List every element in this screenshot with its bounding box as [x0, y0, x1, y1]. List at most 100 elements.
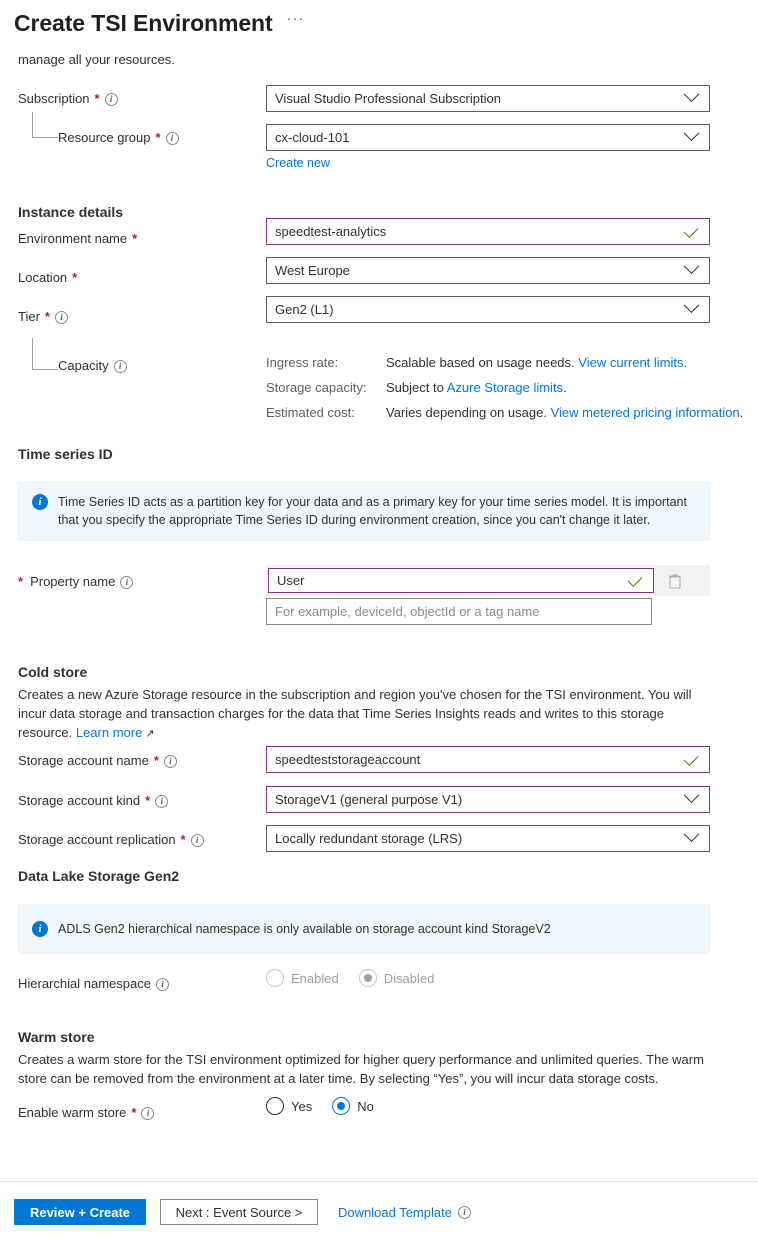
enable-warm-store-label-text: Enable warm store: [18, 1105, 127, 1120]
azure-storage-limits-link[interactable]: Azure Storage limits: [447, 380, 563, 395]
radio-option-disabled: Disabled: [358, 969, 434, 987]
footer-divider: [0, 1181, 758, 1182]
footer-actions: Review + Create Next : Event Source > Do…: [14, 1199, 471, 1225]
storage-account-kind-dropdown[interactable]: StorageV1 (general purpose V1): [266, 786, 710, 813]
info-icon[interactable]: i: [113, 359, 127, 373]
info-icon[interactable]: i: [190, 833, 204, 847]
field-row-storage-account-kind: Storage account kind * i: [0, 792, 248, 810]
storage-account-replication-label: Storage account replication * i: [0, 831, 248, 849]
radio-label-yes: Yes: [291, 1098, 313, 1114]
external-link-icon: ↗: [142, 728, 155, 740]
capacity-suffix: .: [563, 380, 567, 395]
property-name-input-empty[interactable]: For example, deviceId, objectId or a tag…: [266, 598, 652, 625]
info-icon[interactable]: i: [155, 977, 169, 991]
storage-account-name-input[interactable]: speedteststorageaccount: [266, 746, 710, 773]
capacity-suffix: .: [683, 355, 688, 370]
radio-circle-selected-icon: [358, 969, 377, 987]
storage-account-replication-dropdown[interactable]: Locally redundant storage (LRS): [266, 825, 710, 852]
capacity-label: Capacity i: [0, 357, 248, 375]
info-icon[interactable]: i: [54, 310, 68, 324]
storage-account-replication-value: Locally redundant storage (LRS): [275, 831, 463, 846]
storage-account-name-label: Storage account name * i: [0, 752, 248, 770]
review-create-button[interactable]: Review + Create: [14, 1199, 146, 1225]
capacity-row: Estimated cost: Varies depending on usag…: [266, 400, 743, 425]
page-header: Create TSI Environment ···: [14, 8, 305, 38]
info-icon[interactable]: i: [457, 1205, 471, 1219]
warm-store-description: Creates a warm store for the TSI environ…: [18, 1052, 704, 1086]
capacity-value: Scalable based on usage needs. View curr…: [386, 350, 687, 375]
adls-banner-text: ADLS Gen2 hierarchical namespace is only…: [58, 922, 551, 936]
capacity-value: Varies depending on usage. View metered …: [386, 400, 743, 425]
property-name-placeholder: For example, deviceId, objectId or a tag…: [275, 604, 540, 619]
radio-option-no[interactable]: No: [332, 1097, 374, 1115]
property-name-value: User: [277, 573, 305, 588]
field-row-tier: Tier * i: [0, 308, 248, 326]
storage-account-kind-field: StorageV1 (general purpose V1): [266, 786, 710, 813]
info-icon[interactable]: i: [141, 1106, 155, 1120]
time-series-id-heading: Time series ID: [18, 446, 113, 462]
subscription-label-text: Subscription: [18, 91, 90, 106]
info-icon: i: [32, 494, 48, 510]
radio-circle-selected-icon: [332, 1097, 351, 1115]
info-icon[interactable]: i: [120, 575, 134, 589]
required-asterisk: *: [44, 309, 50, 324]
cold-store-heading: Cold store: [18, 664, 88, 680]
storage-account-replication-field: Locally redundant storage (LRS): [266, 825, 710, 852]
adls-info-banner: i ADLS Gen2 hierarchical namespace is on…: [18, 904, 710, 954]
capacity-key: Ingress rate:: [266, 355, 339, 370]
property-name-input[interactable]: User: [268, 568, 654, 593]
field-row-property-name: * Property name i: [0, 573, 248, 591]
next-event-source-button[interactable]: Next : Event Source >: [160, 1199, 318, 1225]
cold-store-learn-more-link[interactable]: Learn more: [76, 725, 142, 740]
field-row-storage-account-name: Storage account name * i: [0, 752, 248, 770]
subscription-label: Subscription * i: [0, 90, 248, 108]
capacity-label-text: Capacity: [58, 358, 109, 373]
required-asterisk: *: [72, 270, 78, 285]
subscription-dropdown[interactable]: Visual Studio Professional Subscription: [266, 85, 710, 112]
view-current-limits-link[interactable]: View current limits: [578, 355, 683, 370]
page-title: Create TSI Environment: [14, 10, 273, 36]
radio-label-no: No: [357, 1098, 374, 1114]
chevron-down-icon: [683, 787, 700, 804]
instance-details-heading: Instance details: [18, 204, 124, 220]
capacity-value: Subject to Azure Storage limits.: [386, 375, 567, 400]
time-series-id-info-banner: i Time Series ID acts as a partition key…: [18, 481, 710, 541]
enable-warm-store-label: Enable warm store * i: [0, 1104, 248, 1122]
more-options-icon[interactable]: ···: [287, 11, 305, 32]
chevron-down-icon: [683, 297, 700, 314]
enable-warm-store-radio-group: Yes No: [266, 1097, 388, 1115]
delete-property-button[interactable]: [660, 567, 690, 594]
time-series-id-banner-text: Time Series ID acts as a partition key f…: [58, 495, 687, 527]
capacity-key: Estimated cost:: [266, 405, 355, 420]
info-icon[interactable]: i: [165, 131, 179, 145]
create-new-resource-group-link[interactable]: Create new: [266, 156, 330, 170]
field-row-location: Location *: [0, 269, 248, 287]
location-label: Location *: [0, 269, 248, 287]
resource-group-dropdown[interactable]: cx-cloud-101: [266, 124, 710, 151]
field-row-hierarchial-namespace: Hierarchial namespace i: [0, 975, 248, 993]
info-icon: i: [32, 921, 48, 937]
view-metered-pricing-link[interactable]: View metered pricing information: [551, 405, 740, 420]
tier-dropdown[interactable]: Gen2 (L1): [266, 296, 710, 323]
hierarchial-namespace-radio-group: Enabled Disabled: [266, 969, 448, 987]
storage-account-name-value: speedteststorageaccount: [275, 752, 421, 767]
radio-circle-icon: [266, 969, 284, 987]
info-icon[interactable]: i: [155, 794, 169, 808]
radio-option-yes[interactable]: Yes: [266, 1097, 312, 1115]
field-row-storage-account-replication: Storage account replication * i: [0, 831, 248, 849]
storage-account-name-label-text: Storage account name: [18, 753, 149, 768]
storage-account-kind-value: StorageV1 (general purpose V1): [275, 792, 463, 807]
download-template-action[interactable]: Download Template i: [338, 1205, 471, 1220]
field-row-enable-warm-store: Enable warm store * i: [0, 1104, 248, 1122]
location-field: West Europe: [266, 257, 710, 284]
tier-field: Gen2 (L1): [266, 296, 710, 323]
hierarchial-namespace-label-text: Hierarchial namespace: [18, 976, 151, 991]
trash-icon: [669, 574, 681, 588]
info-icon[interactable]: i: [104, 92, 118, 106]
environment-name-value: speedtest-analytics: [275, 224, 387, 239]
field-row-resource-group: Resource group * i: [0, 129, 248, 147]
data-lake-heading: Data Lake Storage Gen2: [18, 868, 180, 884]
info-icon[interactable]: i: [163, 754, 177, 768]
environment-name-input[interactable]: speedtest-analytics: [266, 218, 710, 245]
location-dropdown[interactable]: West Europe: [266, 257, 710, 284]
